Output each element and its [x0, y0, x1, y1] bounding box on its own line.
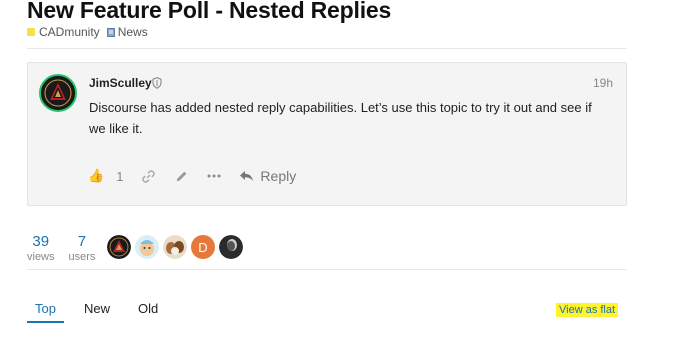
cartoon-character-avatar-icon — [135, 235, 159, 259]
category-color-icon — [27, 28, 35, 36]
link-icon — [142, 169, 156, 183]
reply-label: Reply — [260, 168, 297, 184]
subcategory-label: News — [117, 25, 148, 39]
avatar-letter: D — [198, 239, 208, 255]
users-count: 7 — [77, 233, 87, 250]
dark-figure-avatar-icon — [219, 235, 243, 259]
users-label: users — [68, 251, 96, 263]
divider — [27, 48, 627, 49]
users-stat: 7 users — [69, 233, 96, 264]
like-count[interactable]: 1 — [116, 169, 123, 184]
breadcrumb: CADmunity News — [27, 25, 155, 39]
like-button[interactable]: 👍 1 — [88, 168, 123, 184]
divider — [27, 269, 627, 270]
participant-avatar-4[interactable]: D — [191, 235, 215, 259]
avatar[interactable] — [39, 74, 77, 112]
tab-top[interactable]: Top — [27, 301, 64, 323]
views-count: 39 — [32, 233, 50, 250]
dogs-avatar-icon — [163, 235, 187, 259]
participant-avatars: D — [107, 235, 247, 259]
post-date[interactable]: 19h — [593, 76, 613, 90]
category-label: CADmunity — [39, 25, 100, 39]
username[interactable]: JimSculley — [89, 76, 152, 90]
views-stat: 39 views — [27, 233, 55, 264]
atlanta-united-crest-icon — [42, 77, 74, 109]
tab-old[interactable]: Old — [130, 301, 166, 323]
more-options-button[interactable] — [207, 174, 221, 178]
views-label: views — [27, 251, 55, 263]
post: JimSculley 19h Discourse has added neste… — [27, 62, 627, 206]
reply-sort-tabs: Top New Old — [27, 301, 178, 323]
topic-title: New Feature Poll - Nested Replies — [27, 0, 392, 23]
document-icon — [106, 27, 115, 37]
atlanta-united-avatar-icon — [107, 235, 131, 259]
participant-avatar-3[interactable] — [163, 235, 187, 259]
ellipsis-icon — [207, 174, 221, 178]
reply-button[interactable]: Reply — [239, 168, 296, 184]
participant-avatar-5[interactable] — [219, 235, 243, 259]
edit-button[interactable] — [174, 169, 189, 184]
topic-stats: 39 views 7 users — [27, 233, 109, 264]
moderator-shield-icon — [152, 77, 162, 89]
post-body: Discourse has added nested reply capabil… — [89, 100, 592, 136]
category-link[interactable]: CADmunity — [27, 25, 100, 39]
thumbs-up-icon: 👍 — [88, 168, 105, 183]
participant-avatar-2[interactable] — [135, 235, 159, 259]
tab-new[interactable]: New — [76, 301, 118, 323]
reply-arrow-icon — [240, 171, 254, 181]
pencil-icon — [177, 171, 187, 181]
post-actions: 👍 1 Reply — [88, 166, 296, 186]
participant-avatar-1[interactable] — [107, 235, 131, 259]
subcategory-link[interactable]: News — [106, 25, 148, 39]
view-as-flat-link[interactable]: View as flat — [556, 303, 619, 317]
copy-link-button[interactable] — [141, 169, 156, 184]
